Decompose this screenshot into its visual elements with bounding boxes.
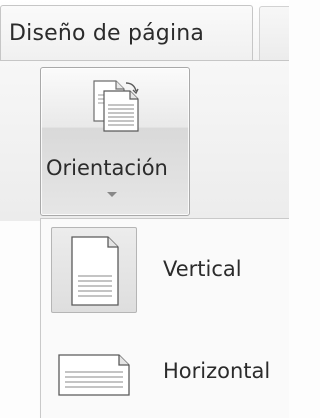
menu-item-horizontal-icon-frame — [51, 331, 137, 417]
tab-next[interactable] — [259, 6, 289, 60]
orientation-menu: Vertical Horizontal — [40, 218, 289, 418]
menu-item-vertical[interactable]: Vertical — [41, 227, 289, 313]
menu-item-horizontal[interactable]: Horizontal — [41, 331, 289, 411]
page-layout-ribbon: Diseño de página Orientación Vertical Ho… — [0, 0, 289, 418]
page-orientation-icon — [93, 80, 139, 132]
menu-item-vertical-icon-frame — [51, 227, 137, 313]
ribbon-tab-strip: Diseño de página — [0, 0, 289, 60]
tab-page-layout-label: Diseño de página — [9, 21, 205, 46]
menu-item-horizontal-label: Horizontal — [163, 359, 271, 383]
chevron-down-icon — [107, 192, 117, 197]
tab-page-layout[interactable]: Diseño de página — [0, 5, 253, 60]
landscape-page-icon — [58, 354, 130, 396]
orientation-button[interactable]: Orientación — [40, 67, 190, 216]
orientation-button-label: Orientación — [46, 156, 168, 180]
menu-item-vertical-label: Vertical — [163, 257, 242, 281]
portrait-page-icon — [71, 236, 119, 306]
orientation-button-top[interactable] — [41, 68, 189, 140]
